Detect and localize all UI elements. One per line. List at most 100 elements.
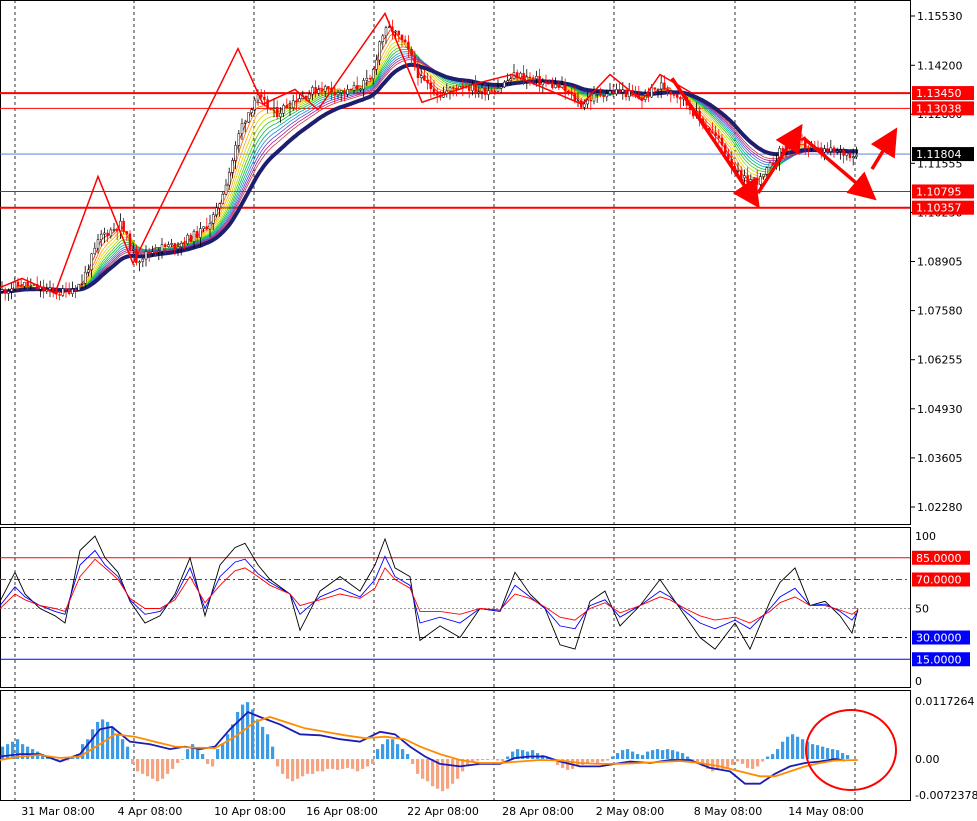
macd-hist-bar bbox=[191, 744, 195, 759]
macd-hist-bar bbox=[836, 750, 840, 759]
time-tick-label: 2 May 08:00 bbox=[596, 805, 664, 818]
candle-body bbox=[407, 41, 410, 50]
macd-hist-bar bbox=[496, 759, 500, 761]
macd-hist-bar bbox=[776, 749, 780, 759]
trading-chart[interactable]: 1.155301.142001.128801.115551.102301.089… bbox=[0, 0, 977, 821]
candle-body bbox=[675, 94, 679, 98]
candle-body bbox=[77, 283, 81, 291]
candle-body bbox=[215, 207, 218, 215]
candle-body bbox=[647, 93, 650, 98]
candle-body bbox=[151, 251, 154, 254]
macd-hist-bar bbox=[786, 736, 790, 759]
candle-body bbox=[589, 99, 593, 102]
candle-body bbox=[3, 289, 7, 294]
candle-body bbox=[250, 109, 253, 113]
candle-body bbox=[87, 269, 90, 273]
candle-body bbox=[90, 253, 93, 271]
macd-hist-bar bbox=[281, 759, 285, 774]
candle-body bbox=[595, 92, 599, 95]
macd-hist-bar bbox=[396, 744, 400, 759]
candle-body bbox=[269, 107, 273, 110]
price-tick-label: 1.14200 bbox=[917, 59, 963, 72]
candle-body bbox=[583, 103, 586, 108]
candle-body bbox=[423, 75, 426, 81]
candle-body bbox=[346, 88, 349, 95]
macd-hist-bar bbox=[271, 746, 275, 759]
macd-hist-bar bbox=[616, 753, 620, 759]
candle-body bbox=[243, 121, 247, 124]
candle-body bbox=[567, 90, 570, 93]
candle-body bbox=[240, 123, 244, 134]
candle-body bbox=[608, 90, 612, 95]
candle-body bbox=[432, 88, 436, 95]
price-tick-label: 1.03605 bbox=[917, 452, 963, 465]
candle-body bbox=[195, 231, 199, 238]
time-tick-label: 8 May 08:00 bbox=[694, 805, 762, 818]
macd-hist-bar bbox=[736, 759, 740, 762]
macd-hist-bar bbox=[651, 750, 655, 759]
candle-body bbox=[192, 231, 196, 242]
macd-hist-bar bbox=[641, 755, 645, 759]
candle-body bbox=[208, 223, 212, 230]
osc-tick-label: 100 bbox=[915, 530, 936, 543]
candle-body bbox=[845, 152, 849, 156]
candle-body bbox=[477, 91, 481, 94]
candle-body bbox=[183, 242, 186, 245]
macd-hist-bar bbox=[221, 744, 225, 759]
candle-body bbox=[320, 89, 324, 92]
candle-body bbox=[71, 288, 74, 294]
candle-body bbox=[349, 88, 353, 91]
candle-body bbox=[711, 131, 714, 134]
candle-body bbox=[605, 93, 609, 98]
macd-hist-bar bbox=[731, 759, 735, 765]
candle-body bbox=[848, 152, 852, 159]
macd-hist-bar bbox=[276, 759, 280, 767]
candle-body bbox=[247, 112, 250, 123]
macd-hist-bar bbox=[316, 759, 320, 772]
time-tick-label: 22 Apr 08:00 bbox=[407, 805, 479, 818]
macd-hist-bar bbox=[156, 759, 160, 782]
candle-body bbox=[295, 100, 298, 103]
macd-hist-bar bbox=[726, 759, 730, 768]
candle-body bbox=[410, 48, 413, 57]
macd-hist-bar bbox=[816, 745, 820, 759]
macd-hist-bar bbox=[391, 739, 395, 759]
candle-body bbox=[416, 66, 420, 79]
macd-hist-bar bbox=[151, 759, 155, 779]
candle-body bbox=[563, 84, 567, 92]
candle-body bbox=[147, 251, 151, 254]
candle-body bbox=[413, 55, 417, 67]
macd-hist-bar bbox=[656, 749, 660, 759]
candle-body bbox=[666, 89, 669, 92]
level-tag-label: 1.10795 bbox=[916, 185, 962, 198]
osc-tick-label: 50 bbox=[915, 603, 929, 616]
candle-body bbox=[435, 93, 439, 96]
osc-level-label: 70.0000 bbox=[916, 574, 962, 587]
candle-body bbox=[509, 78, 513, 81]
candle-body bbox=[189, 234, 193, 242]
macd-hist-bar bbox=[416, 759, 420, 774]
candle-body bbox=[144, 251, 148, 260]
candle-body bbox=[355, 85, 359, 90]
candle-body bbox=[291, 100, 295, 108]
candle-body bbox=[528, 76, 532, 79]
macd-hist-bar bbox=[476, 759, 480, 761]
macd-tick-label: 0.00 bbox=[915, 753, 940, 766]
level-tag-label: 1.13450 bbox=[916, 87, 962, 100]
candle-body bbox=[170, 243, 173, 245]
macd-hist-bar bbox=[506, 756, 510, 759]
candle-body bbox=[285, 105, 289, 109]
candle-body bbox=[378, 41, 381, 61]
macd-hist-bar bbox=[161, 759, 165, 779]
time-tick-label: 28 Apr 08:00 bbox=[502, 805, 574, 818]
candle-body bbox=[570, 92, 573, 95]
candle-body bbox=[259, 94, 263, 98]
macd-hist-bar bbox=[251, 709, 255, 759]
macd-hist-bar bbox=[91, 729, 95, 759]
candle-body bbox=[541, 81, 545, 86]
candle-body bbox=[474, 84, 477, 93]
candle-body bbox=[759, 176, 762, 185]
candle-body bbox=[499, 86, 503, 89]
candle-body bbox=[403, 39, 407, 43]
candle-body bbox=[99, 233, 103, 240]
